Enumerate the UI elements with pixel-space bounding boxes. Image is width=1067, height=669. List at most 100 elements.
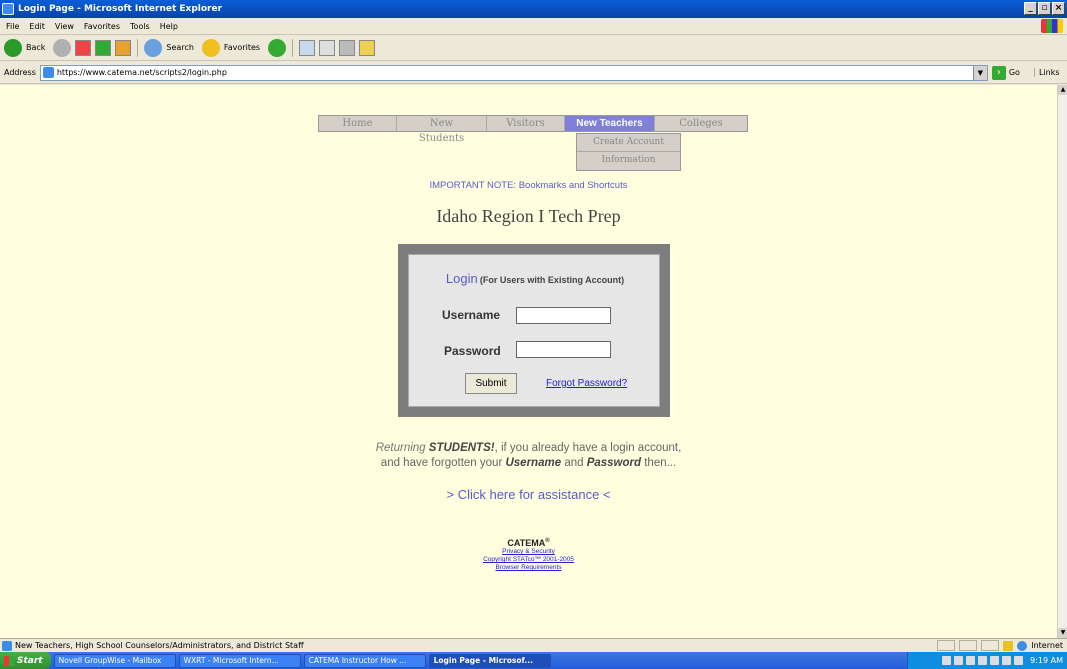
- search-icon[interactable]: [144, 38, 163, 57]
- address-dropdown-icon[interactable]: ▼: [972, 65, 987, 80]
- site-nav: Home New Students Visitors New Teachers …: [318, 115, 748, 144]
- task-catema-instructor[interactable]: CATEMA Instructor How ...: [303, 653, 426, 668]
- folder-icon[interactable]: [359, 39, 376, 56]
- submit-button[interactable]: Submit: [465, 373, 517, 394]
- refresh-icon[interactable]: [95, 39, 112, 56]
- toolbar: Back Search Favorites: [0, 35, 1067, 61]
- history-icon[interactable]: [268, 38, 287, 57]
- privacy-link[interactable]: Privacy & Security: [0, 548, 1057, 556]
- returning-text-3: then...: [644, 457, 677, 469]
- zone-label: Internet: [1031, 641, 1063, 650]
- menu-file[interactable]: File: [6, 22, 19, 31]
- nav-new-students[interactable]: New Students: [397, 116, 487, 144]
- system-tray: 9:19 AM: [907, 652, 1067, 669]
- home-icon[interactable]: [115, 39, 132, 56]
- address-bar: Address https://www.catema.net/scripts2/…: [0, 62, 1067, 84]
- favorites-star-icon[interactable]: [201, 38, 220, 57]
- close-button[interactable]: ×: [1052, 2, 1065, 15]
- nav-submenu: Create Account Information: [576, 133, 681, 171]
- ie-icon: [2, 3, 14, 15]
- copyright-link[interactable]: Copyright STATco™ 2001-2005: [0, 556, 1057, 564]
- footer: CATEMA® Privacy & Security Copyright STA…: [0, 538, 1057, 572]
- password-input[interactable]: [516, 341, 611, 358]
- minimize-button[interactable]: _: [1024, 2, 1037, 15]
- task-groupwise[interactable]: Novell GroupWise - Mailbox: [53, 653, 176, 668]
- maximize-button[interactable]: ▫: [1038, 2, 1051, 15]
- mail-icon[interactable]: [299, 39, 316, 56]
- returning-word: Returning: [375, 442, 426, 454]
- scroll-up-icon[interactable]: ▲: [1058, 85, 1067, 95]
- tray-app-icon[interactable]: [978, 656, 988, 665]
- forgot-password-link[interactable]: Forgot Password?: [546, 378, 627, 389]
- menu-help[interactable]: Help: [160, 22, 178, 31]
- title-bar: Login Page - Microsoft Internet Explorer…: [0, 0, 1067, 18]
- menu-tools[interactable]: Tools: [130, 22, 150, 31]
- start-label: Start: [17, 655, 43, 666]
- footer-brand: CATEMA®: [0, 538, 1057, 548]
- go-button[interactable]: Go: [1009, 68, 1020, 77]
- returning-text-2: and have forgotten your: [380, 457, 503, 469]
- password-word: Password: [586, 457, 642, 469]
- window-controls: _ ▫ ×: [1024, 2, 1065, 15]
- nav-colleges[interactable]: Colleges: [655, 116, 747, 131]
- address-input[interactable]: https://www.catema.net/scripts2/login.ph…: [39, 64, 988, 81]
- status-text: New Teachers, High School Counselors/Adm…: [15, 641, 304, 650]
- tray-monitor-icon[interactable]: [966, 656, 976, 665]
- forward-arrow-icon[interactable]: [53, 38, 72, 57]
- print-icon[interactable]: [319, 39, 336, 56]
- brand-name: CATEMA: [507, 538, 546, 548]
- start-button[interactable]: Start: [0, 652, 51, 669]
- menu-favorites[interactable]: Favorites: [84, 22, 120, 31]
- returning-students-note: Returning STUDENTS!, if you already have…: [0, 441, 1057, 471]
- vertical-scrollbar[interactable]: ▲ ▼: [1057, 85, 1067, 638]
- address-url[interactable]: https://www.catema.net/scripts2/login.ph…: [57, 68, 227, 77]
- status-zone: Internet: [937, 640, 1063, 651]
- site-title: Idaho Region I Tech Prep: [436, 206, 621, 226]
- login-panel: Login (For Users with Existing Account) …: [408, 254, 660, 407]
- back-arrow-icon[interactable]: [4, 38, 22, 57]
- brand-registered: ®: [545, 538, 550, 544]
- tray-network-icon[interactable]: [942, 656, 952, 665]
- links-button[interactable]: Links: [1033, 68, 1060, 77]
- and-word: and: [564, 457, 584, 469]
- favorites-label[interactable]: Favorites: [224, 43, 260, 52]
- stop-icon[interactable]: [75, 39, 92, 56]
- clock: 9:19 AM: [1030, 656, 1063, 665]
- login-box: Login (For Users with Existing Account) …: [398, 244, 670, 417]
- status-cell: [981, 640, 1000, 651]
- browser-requirements-link[interactable]: Browser Requirements: [0, 564, 1057, 572]
- submenu-information[interactable]: Information: [577, 152, 680, 170]
- students-word: STUDENTS!: [428, 442, 495, 454]
- status-cell: [959, 640, 978, 651]
- nav-home[interactable]: Home: [319, 116, 397, 131]
- menu-edit[interactable]: Edit: [29, 22, 45, 31]
- assistance-link[interactable]: > Click here for assistance <: [0, 487, 1057, 502]
- go-arrow-icon[interactable]: ›: [991, 65, 1006, 80]
- internet-zone-icon: [1017, 640, 1028, 651]
- back-label[interactable]: Back: [26, 43, 45, 52]
- nav-visitors[interactable]: Visitors: [487, 116, 565, 131]
- tray-shield-icon[interactable]: [990, 656, 1000, 665]
- lock-icon: [1003, 640, 1014, 651]
- toolbar-separator: [137, 38, 139, 57]
- page-icon: [42, 67, 54, 78]
- tray-volume-icon[interactable]: [1002, 656, 1012, 665]
- edit-icon[interactable]: [339, 39, 356, 56]
- task-login-page[interactable]: Login Page - Microsof...: [428, 653, 551, 668]
- nav-new-teachers[interactable]: New Teachers: [565, 116, 655, 131]
- username-label: Username: [442, 308, 501, 322]
- tray-sync-icon[interactable]: [954, 656, 964, 665]
- menu-bar: File Edit View Favorites Tools Help: [0, 18, 1067, 35]
- submenu-create-account[interactable]: Create Account: [577, 134, 680, 152]
- password-label: Password: [444, 344, 501, 358]
- search-label[interactable]: Search: [166, 43, 193, 52]
- scroll-down-icon[interactable]: ▼: [1058, 628, 1067, 638]
- task-wxrt[interactable]: WXRT - Microsoft Intern...: [178, 653, 301, 668]
- tray-signal-icon[interactable]: [1014, 656, 1024, 665]
- returning-text-1: , if you already have a login account,: [494, 442, 682, 454]
- username-input[interactable]: [516, 307, 611, 324]
- important-note-link[interactable]: IMPORTANT NOTE: Bookmarks and Shortcuts: [0, 180, 1057, 191]
- address-label: Address: [4, 68, 36, 77]
- status-cell: [937, 640, 956, 651]
- menu-view[interactable]: View: [55, 22, 74, 31]
